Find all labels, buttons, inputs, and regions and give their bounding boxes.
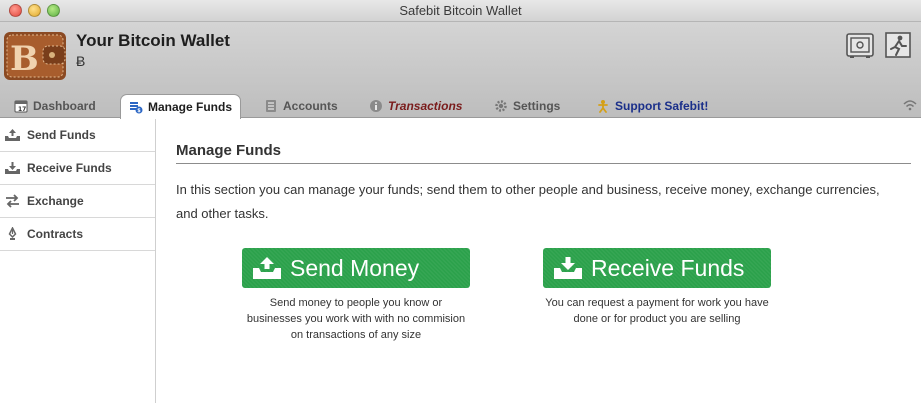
send-tray-icon [5, 129, 20, 141]
tab-label: Support Safebit! [615, 99, 709, 113]
receive-funds-button[interactable]: Receive Funds [543, 248, 771, 288]
main-panel: Manage Funds In this section you can man… [176, 119, 911, 403]
tab-transactions[interactable]: Transactions [361, 94, 470, 118]
sidebar-item-label: Send Funds [27, 128, 96, 142]
receive-tray-icon [554, 257, 582, 279]
info-icon [370, 100, 382, 112]
send-money-label: Send Money [290, 254, 420, 281]
tab-label: Manage Funds [148, 100, 233, 114]
wallet-icon: B [4, 32, 66, 80]
sidebar-item-contracts[interactable]: Contracts [0, 218, 155, 251]
wifi-icon [903, 100, 917, 111]
window-title: Safebit Bitcoin Wallet [399, 3, 522, 18]
calendar-icon: 17 [14, 100, 28, 113]
ledger-icon [266, 100, 276, 112]
receive-funds-group: Receive Funds You can request a payment … [543, 248, 771, 327]
tab-label: Accounts [283, 99, 338, 113]
pen-icon [8, 227, 17, 240]
exit-icon[interactable] [883, 30, 913, 60]
tab-dashboard[interactable]: 17 Dashboard [6, 94, 104, 118]
title-bar: Safebit Bitcoin Wallet [0, 0, 921, 22]
tab-label: Transactions [388, 99, 463, 113]
tab-accounts[interactable]: Accounts [256, 94, 346, 118]
sidebar-item-label: Exchange [27, 194, 84, 208]
app-title: Your Bitcoin Wallet [76, 31, 230, 50]
tab-manage-funds[interactable]: $ Manage Funds [120, 94, 242, 119]
tab-bar: 17 Dashboard $ Manage Funds Accounts Tra… [0, 94, 921, 119]
funds-icon: $ [130, 102, 143, 114]
tab-settings[interactable]: Settings [486, 94, 568, 118]
sidebar-item-label: Receive Funds [27, 161, 112, 175]
svg-text:$: $ [137, 108, 141, 114]
send-money-group: Send Money Send money to people you know… [242, 248, 470, 343]
wallet-balance: Ƀ [76, 53, 86, 69]
safe-icon[interactable] [845, 30, 875, 60]
receive-tray-icon [5, 162, 20, 174]
app-header: B Your Bitcoin Wallet Ƀ 17 Dashboard $ M… [0, 22, 921, 119]
gear-icon [495, 100, 507, 112]
sidebar: Send Funds Receive Funds Exchange Contra… [0, 119, 156, 403]
svg-text:B: B [10, 39, 39, 79]
svg-text:17: 17 [18, 106, 26, 113]
exchange-icon [6, 194, 19, 208]
tab-label: Dashboard [33, 99, 96, 113]
tab-label: Settings [513, 99, 561, 113]
sidebar-item-label: Contracts [27, 227, 84, 241]
receive-funds-label: Receive Funds [591, 254, 745, 281]
send-tray-icon [253, 257, 281, 279]
send-money-button[interactable]: Send Money [242, 248, 470, 288]
title-divider [176, 163, 911, 164]
send-money-caption: Send money to people you know or busines… [246, 297, 466, 341]
sidebar-item-send-funds[interactable]: Send Funds [0, 119, 155, 152]
receive-funds-caption: You can request a payment for work you h… [545, 297, 769, 325]
person-icon [598, 100, 608, 113]
page-title: Manage Funds [176, 142, 282, 159]
sidebar-item-exchange[interactable]: Exchange [0, 185, 155, 218]
tab-support[interactable]: Support Safebit! [588, 94, 716, 118]
section-description: In this section you can manage your fund… [176, 182, 880, 221]
sidebar-item-receive-funds[interactable]: Receive Funds [0, 152, 155, 185]
